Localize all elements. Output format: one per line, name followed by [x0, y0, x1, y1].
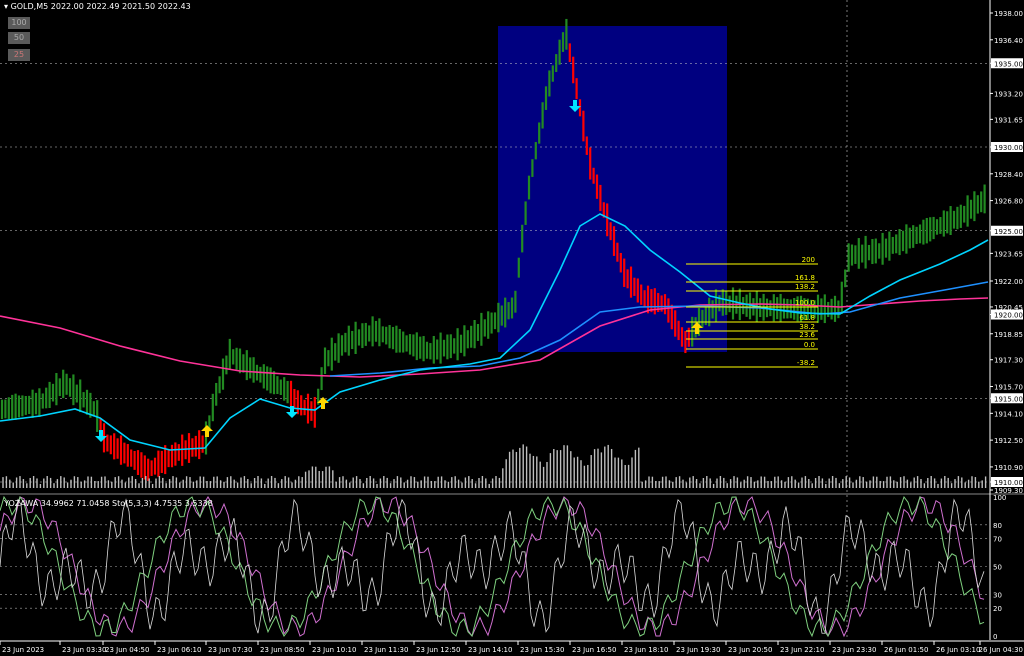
arrow-up-icon: [201, 425, 213, 437]
price-axis-label: 1910.90: [994, 464, 1023, 472]
price-axis-label: 1914.10: [994, 410, 1023, 418]
indicator-label: YOZAWA 34.9962 71.0458 Sto(5,3,3) 4.7535…: [4, 499, 213, 508]
symbol-label: GOLD,M5: [10, 2, 49, 11]
stoch-axis-label: 50: [993, 564, 1002, 572]
menu-triangle-icon[interactable]: ▾: [4, 2, 8, 11]
fibo-level-label: -38.2: [797, 359, 815, 367]
time-axis-label: 23 Jun 2023: [2, 646, 44, 654]
time-axis-label: 23 Jun 03:30: [62, 646, 106, 654]
price-axis-label: 1910.00: [994, 479, 1023, 487]
price-axis-label: 1930.00: [994, 144, 1023, 152]
stoch-axis-label: 70: [993, 536, 1002, 544]
stoch-axis-label: 100: [993, 494, 1006, 502]
stoch-axis-label: 30: [993, 591, 1002, 599]
chart-header: ▾ GOLD,M5 2022.00 2022.49 2021.50 2022.4…: [4, 2, 191, 11]
time-axis-label: 23 Jun 11:30: [364, 646, 408, 654]
price-axis-label: 1920.00: [994, 312, 1023, 320]
time-axis-label: 23 Jun 14:10: [468, 646, 512, 654]
time-axis-label: 23 Jun 07:30: [208, 646, 252, 654]
time-axis-label: 23 Jun 08:50: [260, 646, 304, 654]
opacity-50-button[interactable]: 50: [8, 32, 30, 44]
price-chart[interactable]: 200161.8138.2100.061.838.223.60.0-38.219…: [0, 0, 1024, 656]
time-axis-label: 23 Jun 16:50: [572, 646, 616, 654]
time-axis-label: 23 Jun 10:10: [312, 646, 356, 654]
fibo-level-label: 138.2: [795, 283, 815, 291]
time-axis-label: 23 Jun 12:50: [416, 646, 460, 654]
fibo-level-label: 38.2: [799, 323, 815, 331]
time-axis-label: 23 Jun 06:10: [157, 646, 201, 654]
price-axis-label: 1915.70: [994, 384, 1023, 392]
time-axis-label: 23 Jun 15:30: [520, 646, 564, 654]
price-axis-label: 1933.20: [994, 90, 1023, 98]
opacity-100-button[interactable]: 100: [8, 17, 30, 29]
fast-ma-line: [0, 213, 989, 451]
time-axis-label: 26 Jun 01:50: [884, 646, 928, 654]
fibo-level-label: 200: [802, 256, 815, 264]
fibo-level-label: 100.0: [795, 299, 815, 307]
price-axis-label: 1922.00: [994, 278, 1023, 286]
long-ma-line: [0, 297, 989, 378]
price-axis-label: 1915.00: [994, 395, 1023, 403]
highlight-rectangle: [498, 26, 727, 352]
price-axis-label: 1912.50: [994, 437, 1023, 445]
stoch-axis-label: 20: [993, 605, 1002, 613]
fibo-level-label: 61.8: [799, 314, 815, 322]
price-axis-label: 1917.30: [994, 357, 1023, 365]
stoch-axis-label: 0: [993, 633, 997, 641]
ohlc-values: 2022.00 2022.49 2021.50 2022.43: [50, 2, 191, 11]
time-axis-label: 23 Jun 18:10: [624, 646, 668, 654]
opacity-25-button[interactable]: 25: [8, 49, 30, 61]
volume-bars: [2, 444, 987, 488]
price-axis-label: 1935.00: [994, 60, 1023, 68]
time-axis-label: 26 Jun 04:30: [979, 646, 1023, 654]
stoch-axis-label: 80: [993, 522, 1002, 530]
time-axis-label: 23 Jun 04:50: [105, 646, 149, 654]
price-axis-label: 1923.65: [994, 250, 1023, 258]
price-axis-label: 1938.00: [994, 10, 1023, 18]
time-axis-label: 23 Jun 23:30: [832, 646, 876, 654]
price-axis-label: 1918.85: [994, 331, 1023, 339]
fibo-level-label: 0.0: [804, 341, 815, 349]
price-axis-label: 1925.00: [994, 228, 1023, 236]
price-axis-label: 1936.40: [994, 37, 1023, 45]
price-axis-label: 1926.80: [994, 198, 1023, 206]
time-axis-label: 23 Jun 22:10: [780, 646, 824, 654]
price-axis-label: 1931.65: [994, 116, 1023, 124]
fibo-level-label: 23.6: [799, 331, 815, 339]
time-axis-label: 26 Jun 03:10: [936, 646, 980, 654]
candles: [0, 18, 986, 481]
fibo-level-label: 161.8: [795, 274, 815, 282]
price-axis-label: 1928.40: [994, 171, 1023, 179]
time-axis-label: 23 Jun 19:30: [676, 646, 720, 654]
time-axis-label: 23 Jun 20:50: [728, 646, 772, 654]
